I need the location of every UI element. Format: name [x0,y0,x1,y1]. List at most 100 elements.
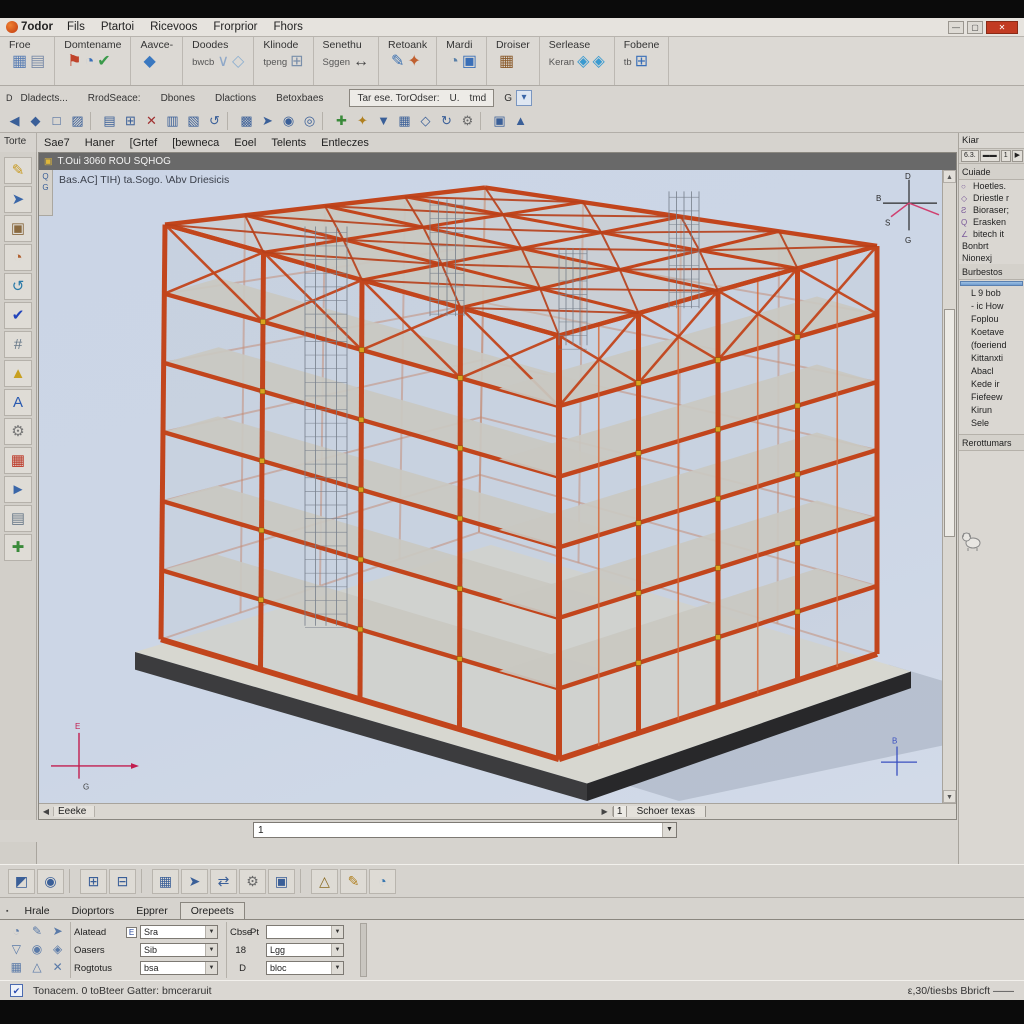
cross-icon[interactable]: ✕ [47,959,68,977]
back-icon[interactable]: ◀ [4,112,25,131]
view-menu-3[interactable]: [bewneca [172,137,219,149]
scroll-down-icon[interactable]: ▼ [943,790,956,803]
arrow-icon[interactable]: ➤ [47,923,68,941]
funnel-icon[interactable]: ▽ [6,941,27,959]
grid-small-icon[interactable]: # [4,331,32,358]
chevron-down-icon[interactable]: ▼ [205,926,217,938]
status-check-icon[interactable]: ✔ [10,984,23,997]
right-panel-tree-header[interactable]: Burbestos [959,264,1024,280]
grid-sub-icon[interactable]: ⊟ [109,869,136,894]
hatch-icon[interactable]: ▨ [67,112,88,131]
view-menu-0[interactable]: Sae7 [44,137,70,149]
chevron-down-icon[interactable]: ▼ [662,823,676,837]
dropdown[interactable]: Sib▼ [140,943,218,957]
row2-item-2[interactable]: Dbones [161,93,195,104]
redo-icon[interactable]: ↻ [436,112,457,131]
rp-mode-icon[interactable]: 6.3. [961,150,979,162]
pen-icon[interactable]: ✎ [27,923,48,941]
grid-icon[interactable]: ▦ [6,959,27,977]
hand-pick-icon[interactable]: ► [4,476,32,503]
viewport-title-bar[interactable]: ▣ T.Oui 3060 ROU SQHOG [39,153,956,170]
row2-item-4[interactable]: Betoxbaes [276,93,323,104]
down-icon[interactable]: ▼ [373,112,394,131]
gem-icon[interactable]: ◇ [415,112,436,131]
tree-item-6[interactable]: Abacl [961,365,1024,378]
globe-icon[interactable]: ◔ [85,52,95,72]
panel-icon[interactable]: ▣ [489,112,510,131]
view-menu-1[interactable]: Haner [85,137,115,149]
pencil-icon[interactable]: ✎ [4,157,32,184]
vscroll-thumb[interactable] [944,309,955,537]
spark-icon[interactable]: ✦ [407,52,420,72]
flag-icon[interactable]: ⚑ [67,52,81,72]
gem-left-icon[interactable]: ◈ [577,52,589,72]
dropdown[interactable]: bloc▼ [266,961,344,975]
panel-item-0[interactable]: ○Hoetles. [959,180,1024,192]
nav-diamond-icon[interactable]: ◆ [25,112,46,131]
panel-icon[interactable]: ▣ [268,869,295,894]
scroll-up-icon[interactable]: ▲ [943,170,956,183]
rp-one-icon[interactable]: 1 [1001,150,1011,162]
right-panel-section-header[interactable]: Cuiade [959,164,1024,180]
tree-item-1[interactable]: - ic How [961,300,1024,313]
panel-mini-scrollbar[interactable] [360,923,367,977]
horizontal-scrollbar[interactable]: ◀ Eeeke ▶ 1 Schoer texas [39,803,956,819]
triangle-icon[interactable]: △ [27,959,48,977]
undo-icon[interactable]: ↺ [204,112,225,131]
page-number[interactable]: 1 [613,806,627,817]
dimension-icon[interactable]: ↔ [353,52,369,72]
tree-item-3[interactable]: Koetave [961,326,1024,339]
row2-item-1[interactable]: RrodSeace: [88,93,141,104]
gem-icon[interactable]: ◈ [47,941,68,959]
panel-item-3[interactable]: QErasken [959,216,1024,228]
globe-icon[interactable]: ◔ [369,869,396,894]
frame-icon[interactable]: ▦ [152,869,179,894]
delete-icon[interactable]: ✕ [141,112,162,131]
gear-icon[interactable]: ⚙ [457,112,478,131]
chevron-down-icon[interactable]: ▼ [205,962,217,974]
menu-0[interactable]: Fils [67,21,85,33]
phase-field[interactable]: Tar ese. TorOdser: U. tmd [349,89,494,107]
clock-icon[interactable]: ◔ [449,52,459,72]
tree-item-9[interactable]: Kirun [961,404,1024,417]
frame-icon[interactable]: ▦ [394,112,415,131]
tree-item-8[interactable]: Fiefeew [961,391,1024,404]
rp-next-icon[interactable]: ▶ [1012,150,1023,162]
view-menu-5[interactable]: Telents [271,137,306,149]
target-icon[interactable]: ◉ [278,112,299,131]
select-pair-icon[interactable]: ◩ [8,869,35,894]
mesh-icon[interactable]: ▧ [183,112,204,131]
tree-item-2[interactable]: Foplou [961,313,1024,326]
new-view-icon[interactable]: □ [46,112,67,131]
bottom-tab-2[interactable]: Epprer [126,903,178,919]
menu-1[interactable]: Ptartoi [101,21,134,33]
check-green-icon[interactable]: ✔ [97,52,110,72]
draft-board-icon[interactable]: ▦ [12,52,27,72]
gear-icon[interactable]: ⚙ [239,869,266,894]
mini-g-icon[interactable]: G [42,183,48,192]
snap-dropdown-icon[interactable]: ▾ [516,90,532,106]
swap-icon[interactable]: ⇄ [210,869,237,894]
view-selector-combobox[interactable]: 1 ▼ [253,822,677,838]
chevron-down-icon[interactable]: ▼ [331,944,343,956]
right-panel-footer-header[interactable]: Rerottumars [959,434,1024,451]
columns-icon[interactable]: ▥ [162,112,183,131]
menu-3[interactable]: Frorprior [213,21,257,33]
sheet-tab[interactable]: Schoer texas [627,806,706,817]
pick-arrow-icon[interactable]: ➤ [181,869,208,894]
panel-item-1[interactable]: ◇Driestle r [959,192,1024,204]
plan-view-icon[interactable]: ▤ [30,52,45,72]
tree-item-0[interactable]: L 9 bob [961,287,1024,300]
text-a-icon[interactable]: A [4,389,32,416]
view-menu-2[interactable]: [Grtef [130,137,158,149]
tree-item-10[interactable]: Sele [961,417,1024,430]
scroll-right-icon[interactable]: ▶ [598,807,613,816]
chevron-down-icon[interactable]: ▼ [205,944,217,956]
view-menu-4[interactable]: Eoel [234,137,256,149]
gear-icon[interactable]: ⚙ [4,418,32,445]
view-menu-6[interactable]: Entleczes [321,137,369,149]
dim-red-icon[interactable]: ▦ [4,447,32,474]
maximize-button[interactable]: ▢ [967,21,983,34]
bottom-tab-3[interactable]: Orepeets [180,902,245,919]
triangle-icon[interactable]: △ [311,869,338,894]
